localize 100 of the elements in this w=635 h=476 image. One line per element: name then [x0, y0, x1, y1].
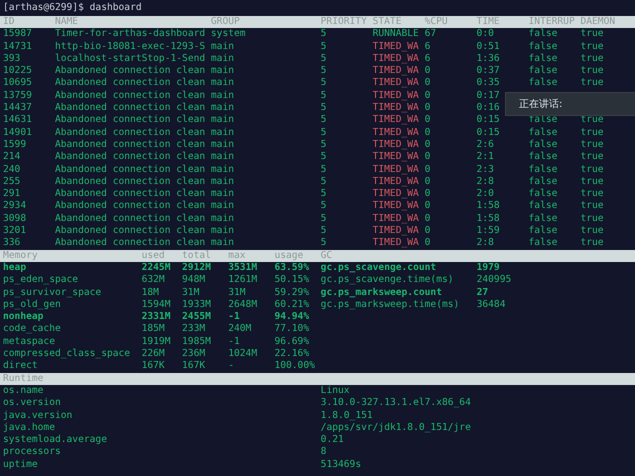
table-cell: localhost-startStop-1-Send — [54, 52, 206, 64]
table-cell: TIMED_WA — [372, 200, 419, 212]
table-cell: metaspace — [3, 336, 55, 347]
table-cell: 336 — [3, 237, 20, 248]
table-cell: 0 — [424, 114, 430, 126]
table-cell: java.home — [3, 422, 55, 433]
table-cell: 0 — [424, 212, 430, 224]
popup-text: 正在讲话: — [519, 98, 562, 110]
table-cell: true — [580, 77, 604, 88]
table-cell: gc.ps_scavenge.time(ms) — [320, 274, 454, 286]
table-cell: 0:16 — [476, 102, 500, 114]
table-cell: 0 — [424, 225, 430, 236]
table-cell: Abandoned connection clean — [54, 102, 206, 114]
table-cell: 50.15% — [274, 274, 310, 286]
table-cell: 31M — [228, 286, 246, 298]
table-cell: 15987 — [3, 28, 32, 40]
table-cell: 1979 — [476, 262, 500, 273]
table-cell: 0:35 — [476, 77, 500, 88]
column-header: STATE — [372, 16, 402, 27]
table-cell: Abandoned connection clean — [54, 90, 206, 101]
table-cell: Timer-for-arthas-dashboard — [54, 28, 206, 40]
table-cell: main — [210, 176, 234, 187]
table-cell: 5 — [320, 28, 326, 40]
table-cell: Abandoned connection clean — [54, 176, 206, 187]
table-cell: 2245M — [142, 262, 170, 273]
table-cell: 13759 — [3, 90, 32, 101]
table-cell: 2:8 — [476, 237, 494, 248]
table-cell: 1:58 — [476, 200, 500, 212]
table-cell: 291 — [3, 188, 20, 200]
table-cell: ps_survivor_space — [3, 286, 102, 298]
table-cell: 948M — [182, 274, 206, 286]
table-cell: 167K — [142, 360, 165, 372]
table-cell: 63.59% — [274, 262, 310, 273]
table-cell: 14437 — [3, 102, 32, 114]
table-cell: TIMED_WA — [372, 40, 419, 52]
table-cell: TIMED_WA — [372, 114, 419, 126]
table-cell: true — [580, 52, 604, 64]
table-cell: 14731 — [3, 40, 32, 52]
table-cell: Abandoned connection clean — [54, 212, 206, 224]
table-cell: - — [228, 360, 234, 372]
table-cell: 77.10% — [274, 323, 310, 334]
table-cell: 3201 — [3, 225, 26, 236]
column-header: GROUP — [210, 16, 240, 27]
table-cell: 1024M — [228, 348, 258, 359]
table-cell: 5 — [320, 77, 326, 88]
table-cell: Abandoned connection clean — [54, 77, 206, 88]
table-cell: false — [528, 212, 558, 224]
table-cell: true — [580, 65, 604, 76]
table-cell: true — [580, 114, 604, 126]
table-cell: true — [580, 126, 604, 138]
table-cell: Abandoned connection clean — [54, 114, 206, 126]
table-cell: gc.ps_marksweep.count — [320, 286, 442, 298]
table-cell: 0 — [424, 138, 430, 150]
table-cell: 27 — [476, 286, 488, 298]
table-cell: true — [580, 138, 604, 150]
table-cell: 240M — [228, 323, 252, 334]
table-cell: false — [528, 151, 558, 162]
column-header: Runtime — [3, 372, 44, 384]
table-cell: gc.ps_marksweep.time(ms) — [320, 298, 460, 310]
table-cell: 5 — [320, 164, 326, 175]
table-cell: Abandoned connection clean — [54, 188, 206, 200]
table-cell: 0 — [424, 65, 430, 76]
table-cell: false — [528, 176, 558, 187]
table-cell: true — [580, 225, 604, 236]
column-header: %CPU — [424, 16, 448, 27]
table-cell: false — [528, 126, 558, 138]
table-cell: 0:15 — [476, 126, 500, 138]
table-cell: main — [210, 164, 234, 175]
table-cell: 0:15 — [476, 114, 500, 126]
table-cell: TIMED_WA — [372, 176, 419, 187]
table-cell: Abandoned connection clean — [54, 65, 206, 76]
table-cell: 60.21% — [274, 298, 310, 310]
table-cell: ps_eden_space — [3, 274, 78, 286]
table-cell: false — [528, 225, 558, 236]
table-cell: 1599 — [3, 138, 26, 150]
table-cell: 1.8.0_151 — [320, 410, 373, 420]
table-cell: true — [580, 237, 604, 248]
command-prompt: [arthas@6299]$ dashboard — [3, 2, 142, 13]
table-cell: TIMED_WA — [372, 77, 419, 88]
table-cell: 5 — [320, 138, 326, 150]
table-cell: 0:51 — [476, 40, 500, 52]
column-header: usage — [274, 250, 304, 261]
table-cell: processors — [3, 446, 61, 458]
table-cell: 1:59 — [476, 225, 500, 236]
column-header: PRIORITY — [320, 16, 367, 27]
table-cell: 233M — [182, 323, 206, 334]
table-cell: Abandoned connection clean — [54, 126, 206, 138]
table-cell: 0 — [424, 237, 430, 248]
table-cell: 10695 — [3, 77, 32, 88]
table-cell: 5 — [320, 212, 326, 224]
table-cell: 0 — [424, 200, 430, 212]
table-cell: 0:17 — [476, 90, 500, 101]
table-cell: false — [528, 52, 558, 64]
table-cell: 5 — [320, 126, 326, 138]
table-cell: 5 — [320, 90, 326, 101]
table-cell: Linux — [320, 384, 350, 396]
table-cell: TIMED_WA — [372, 90, 419, 101]
table-cell: 3.10.0-327.13.1.el7.x86_64 — [320, 397, 471, 408]
table-cell: TIMED_WA — [372, 102, 419, 114]
table-cell: 2648M — [228, 298, 258, 310]
